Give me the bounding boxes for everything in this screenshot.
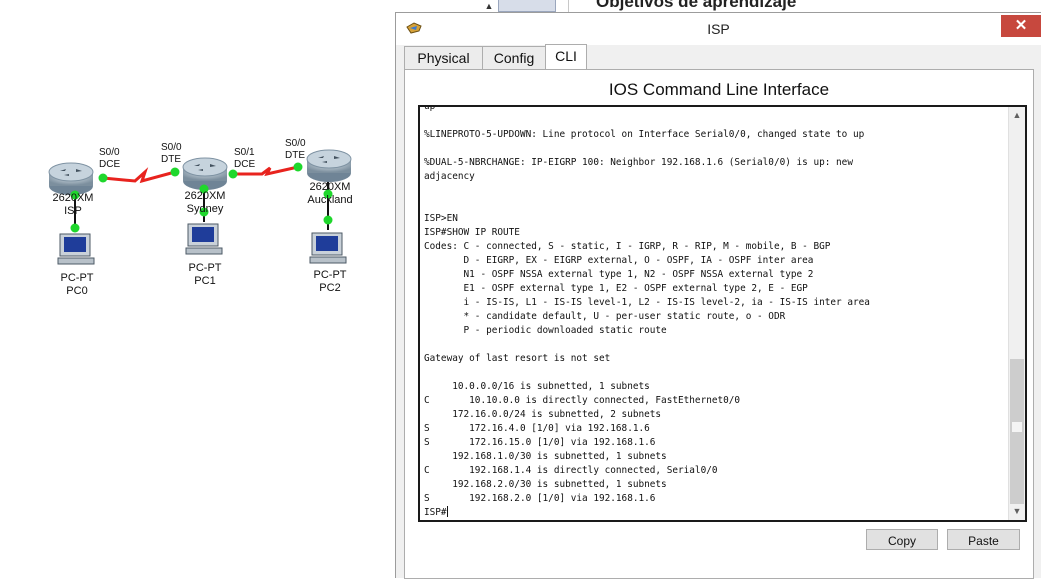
background-tab[interactable] xyxy=(498,0,556,12)
terminal-line: N1 - OSPF NSSA external type 1, N2 - OSP… xyxy=(424,269,814,280)
terminal-line: 192.168.2.0/30 is subnetted, 1 subnets xyxy=(424,479,667,490)
port-role-auckland-dte: DTE xyxy=(285,150,305,161)
pc1-icon[interactable] xyxy=(185,223,223,255)
router-auckland-icon[interactable] xyxy=(306,149,352,182)
port-label-auckland-s00: S0/0 xyxy=(285,138,306,149)
terminal-scrollbar[interactable]: ▲ ▼ xyxy=(1008,107,1025,520)
background-divider xyxy=(568,0,569,12)
terminal-line: D - EIGRP, EX - EIGRP external, O - OSPF… xyxy=(424,255,814,266)
terminal-line: ISP>EN xyxy=(424,213,458,224)
pc0-icon[interactable] xyxy=(57,233,95,265)
background-heading: Objetivos de aprendizaje xyxy=(596,0,797,11)
copy-button[interactable]: Copy xyxy=(866,529,938,550)
topology-workspace[interactable]: S0/0 DCE S0/0 DTE S0/1 DCE S0/0 DTE 2620… xyxy=(0,0,400,578)
device-model-pc1: PC-PT xyxy=(188,262,222,274)
close-icon[interactable]: ✕ xyxy=(1001,15,1041,37)
panel-title: IOS Command Line Interface xyxy=(608,80,830,99)
port-label-sydney-s01: S0/1 xyxy=(234,147,255,158)
terminal-line: S 172.16.4.0 [1/0] via 192.168.1.6 xyxy=(424,423,650,434)
port-role-sydney-dte: DTE xyxy=(161,154,181,165)
terminal-line: Codes: C - connected, S - static, I - IG… xyxy=(424,241,831,252)
cli-terminal[interactable]: up %LINEPROTO-5-UPDOWN: Line protocol on… xyxy=(418,105,1027,522)
scroll-up-arrow-icon[interactable]: ▲ xyxy=(481,0,497,12)
terminal-line: adjacency xyxy=(424,171,475,182)
router-isp-icon[interactable] xyxy=(48,162,94,195)
tab-config[interactable]: Config xyxy=(482,46,546,69)
port-role-isp-dce: DCE xyxy=(99,159,121,170)
window-titlebar[interactable]: ISP ✕ xyxy=(396,13,1041,45)
paste-button[interactable]: Paste xyxy=(947,529,1020,550)
terminal-line: 10.0.0.0/16 is subnetted, 1 subnets xyxy=(424,381,650,392)
terminal-line: ISP#SHOW IP ROUTE xyxy=(424,227,520,238)
port-label-sydney-s00: S0/0 xyxy=(161,142,182,153)
terminal-output[interactable]: up %LINEPROTO-5-UPDOWN: Line protocol on… xyxy=(424,105,1004,520)
serial-link-isp-sydney[interactable] xyxy=(102,167,176,184)
scrollbar-grip xyxy=(1012,422,1022,432)
terminal-line: up xyxy=(424,105,436,112)
terminal-line: * - candidate default, U - per-user stat… xyxy=(424,311,786,322)
device-model-pc2: PC-PT xyxy=(313,269,347,281)
window-title: ISP xyxy=(707,21,730,37)
scroll-up-icon[interactable]: ▲ xyxy=(1009,107,1025,124)
port-label-isp-s00: S0/0 xyxy=(99,147,120,158)
device-model-auckland: 2620XM xyxy=(309,181,351,193)
terminal-line: S 172.16.15.0 [1/0] via 192.168.1.6 xyxy=(424,437,656,448)
device-model-isp: 2620XM xyxy=(52,192,94,204)
terminal-line: E1 - OSPF external type 1, E2 - OSPF ext… xyxy=(424,283,808,294)
port-role-sydney-dce: DCE xyxy=(234,159,256,170)
device-model-pc0: PC-PT xyxy=(60,272,94,284)
cli-panel: IOS Command Line Interface up %LINEPROTO… xyxy=(404,69,1034,579)
terminal-line: i - IS-IS, L1 - IS-IS level-1, L2 - IS-I… xyxy=(424,297,870,308)
terminal-line: C 10.10.0.0 is directly connected, FastE… xyxy=(424,395,741,406)
scroll-down-icon[interactable]: ▼ xyxy=(1009,503,1025,520)
device-name-sydney: Sydney xyxy=(186,203,224,215)
terminal-line: 172.16.0.0/24 is subnetted, 2 subnets xyxy=(424,409,662,420)
terminal-line: P - periodic downloaded static route xyxy=(424,325,667,336)
terminal-line: Gateway of last resort is not set xyxy=(424,353,611,364)
terminal-line: %LINEPROTO-5-UPDOWN: Line protocol on In… xyxy=(424,129,865,140)
terminal-line: 192.168.1.0/30 is subnetted, 1 subnets xyxy=(424,451,667,462)
device-name-pc2: PC2 xyxy=(319,282,341,294)
device-name-pc0: PC0 xyxy=(66,285,88,297)
terminal-line: S 192.168.2.0 [1/0] via 192.168.1.6 xyxy=(424,493,656,504)
terminal-line: C 192.168.1.4 is directly connected, Ser… xyxy=(424,465,718,476)
terminal-prompt[interactable]: ISP# xyxy=(424,507,447,518)
pc2-icon[interactable] xyxy=(309,232,347,264)
device-name-auckland: Auckland xyxy=(307,194,353,206)
device-name-pc1: PC1 xyxy=(194,275,216,287)
isp-device-window[interactable]: ISP ✕ Physical Config CLI IOS Command Li… xyxy=(395,12,1041,579)
device-model-sydney: 2620XM xyxy=(184,190,226,202)
terminal-line: %DUAL-5-NBRCHANGE: IP-EIGRP 100: Neighbo… xyxy=(424,157,853,168)
tab-physical[interactable]: Physical xyxy=(404,46,483,69)
text-cursor xyxy=(446,506,448,517)
device-name-isp: ISP xyxy=(64,205,82,217)
tab-cli[interactable]: CLI xyxy=(545,44,587,70)
